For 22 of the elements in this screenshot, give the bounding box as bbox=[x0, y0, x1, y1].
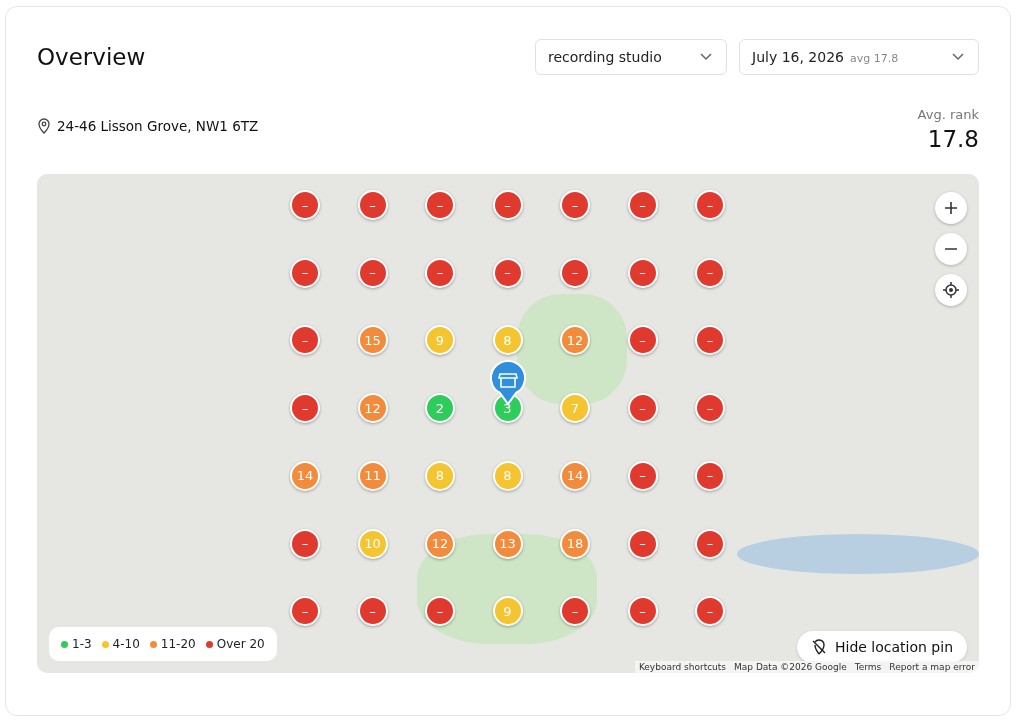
plus-icon bbox=[944, 201, 958, 215]
legend-label: Over 20 bbox=[216, 637, 265, 651]
avg-rank-value: 17.8 bbox=[926, 126, 979, 152]
attribution-link[interactable]: Map Data ©2026 Google bbox=[734, 662, 847, 672]
legend-label: 4-10 bbox=[112, 637, 140, 651]
chevron-down-icon bbox=[952, 53, 964, 61]
attribution-link[interactable]: Report a map error bbox=[889, 662, 975, 672]
address-text: 24-46 Lisson Grove, NW1 6TZ bbox=[57, 118, 259, 134]
legend-label: 1-3 bbox=[72, 637, 92, 651]
page-title: Overview bbox=[37, 44, 146, 70]
crosshair-icon bbox=[943, 282, 959, 298]
hide-location-pin-button[interactable]: Hide location pin bbox=[797, 631, 967, 663]
pin-off-icon bbox=[811, 639, 827, 655]
keyword-dropdown[interactable]: recording studio bbox=[535, 39, 727, 75]
avg-rank-label: Avg. rank bbox=[917, 107, 979, 122]
legend-label: 11-20 bbox=[160, 637, 196, 651]
attribution-link[interactable]: Keyboard shortcuts bbox=[638, 662, 727, 672]
chevron-down-icon bbox=[700, 53, 712, 61]
date-dropdown[interactable]: July 16, 2026 avg 17.8 bbox=[739, 39, 979, 75]
location-pin-icon bbox=[37, 118, 51, 134]
store-pin-icon bbox=[489, 360, 527, 406]
attribution-link[interactable]: Terms bbox=[854, 662, 882, 672]
